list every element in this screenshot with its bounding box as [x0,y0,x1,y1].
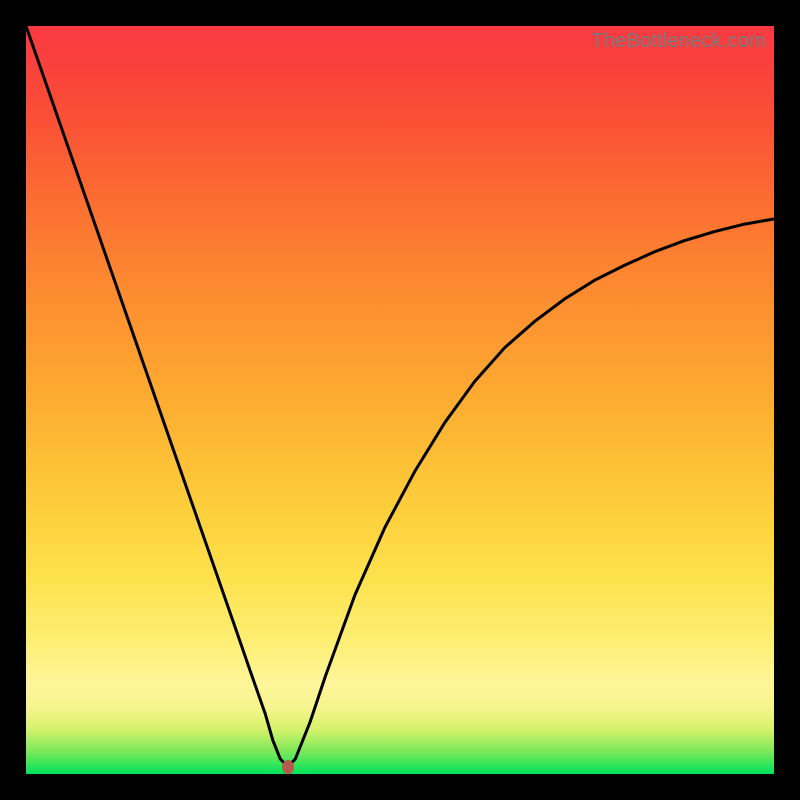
plot-area: TheBottleneck.com [26,26,774,774]
bottleneck-curve [26,26,774,774]
chart-frame: TheBottleneck.com [0,0,800,800]
curve-path [26,26,774,767]
optimal-point-marker [282,760,294,774]
